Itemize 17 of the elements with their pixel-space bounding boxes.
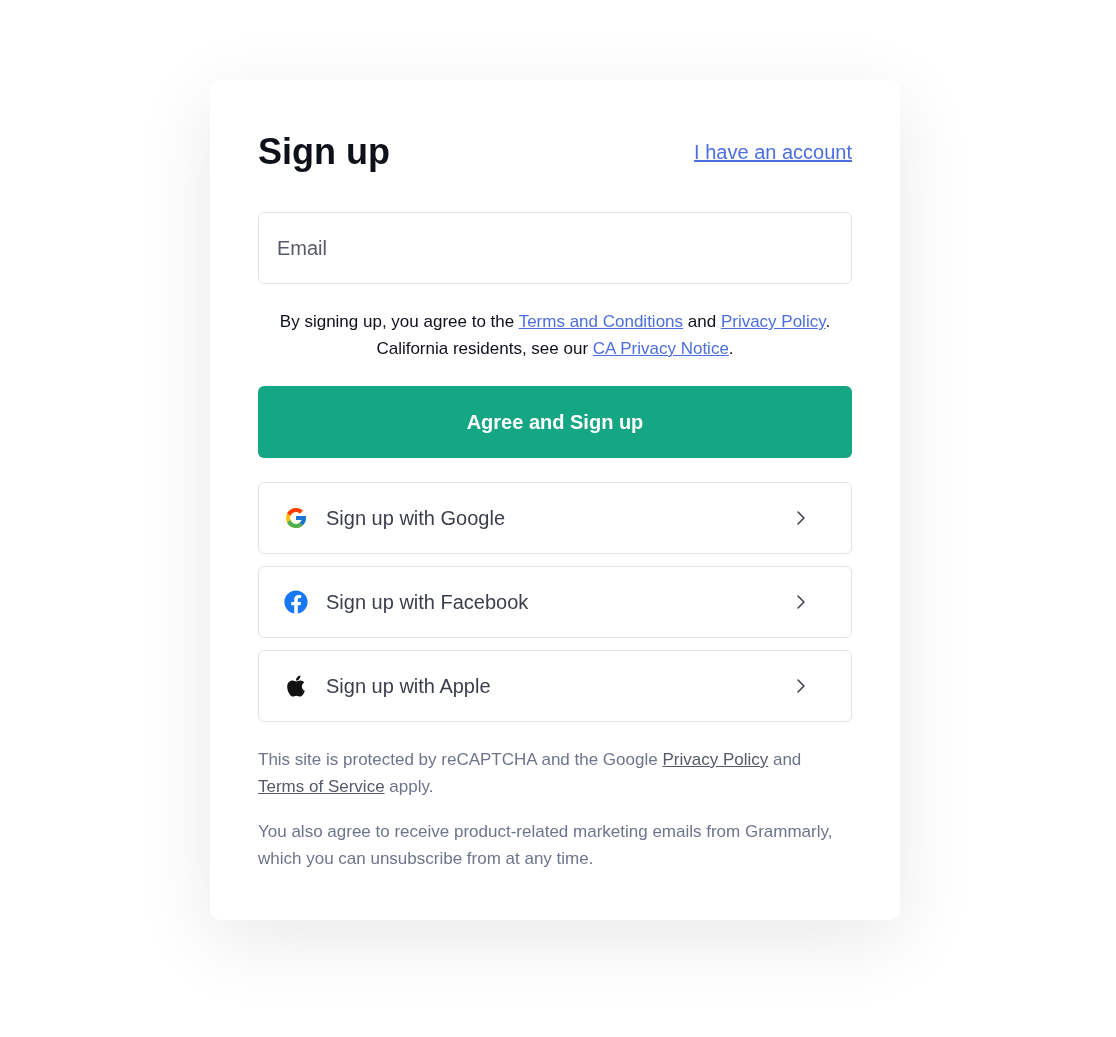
apple-icon <box>284 674 308 698</box>
social-signup-button[interactable]: Sign up with Facebook <box>258 566 852 638</box>
social-signup-button[interactable]: Sign up with Apple <box>258 650 852 722</box>
text-link[interactable]: Terms and Conditions <box>518 312 684 331</box>
email-field[interactable]: Email <box>258 212 852 284</box>
account-link[interactable]: I have an account <box>694 137 852 167</box>
text-link[interactable]: Privacy Policy <box>720 312 826 331</box>
page-title: Sign up <box>258 130 390 174</box>
terms-text: By signing up, you agree to the Terms and Conditions and Privacy Policy. California residents, see our CA Privacy Notice. <box>278 311 832 360</box>
f-logo-icon <box>284 590 308 614</box>
marketing-text: You also agree to receive product-related marketing emails from Grammarly, which you can unsubscribe from at any time. <box>258 821 834 870</box>
text-link[interactable]: Terms of Service <box>258 777 385 796</box>
g-logo-icon <box>284 506 308 530</box>
text-link[interactable]: Privacy Policy <box>662 750 769 769</box>
text-link[interactable]: CA Privacy Notice <box>592 339 729 358</box>
recaptcha-text: This site is protected by reCAPTCHA and the Google Privacy Policy and Terms of Service apply. <box>258 749 803 798</box>
social-signup-button[interactable]: Sign up with Google <box>258 482 852 554</box>
